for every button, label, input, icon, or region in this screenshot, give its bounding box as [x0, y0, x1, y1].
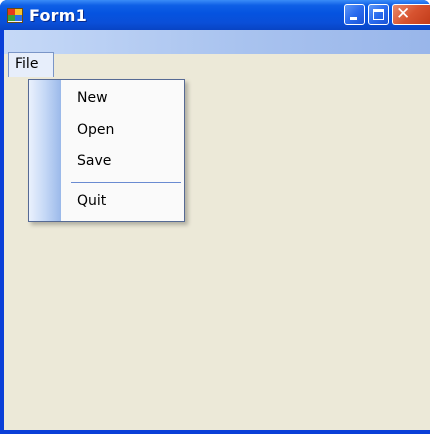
file-menu-dropdown: New Open Save Quit	[28, 79, 185, 222]
maximize-button[interactable]	[368, 4, 389, 25]
maximize-icon	[373, 9, 384, 20]
close-button[interactable]: ✕	[392, 4, 430, 25]
menu-item-new[interactable]: New	[77, 90, 108, 106]
menu-bar	[4, 30, 430, 54]
menu-file-label: File	[15, 56, 39, 72]
close-icon: ✕	[396, 4, 411, 24]
menu-item-quit[interactable]: Quit	[77, 193, 106, 209]
menu-separator	[71, 182, 181, 183]
app-icon[interactable]	[7, 8, 23, 23]
title-bar[interactable]: Form1 ✕	[0, 0, 430, 30]
minimize-button[interactable]	[344, 4, 365, 25]
menu-item-save[interactable]: Save	[77, 153, 111, 169]
window-title: Form1	[29, 6, 87, 25]
window-bottom-border	[0, 430, 430, 434]
menu-file[interactable]: File	[8, 52, 54, 77]
minimize-icon	[350, 17, 357, 20]
menu-item-open[interactable]: Open	[77, 122, 114, 138]
menu-icon-gutter	[29, 80, 61, 221]
